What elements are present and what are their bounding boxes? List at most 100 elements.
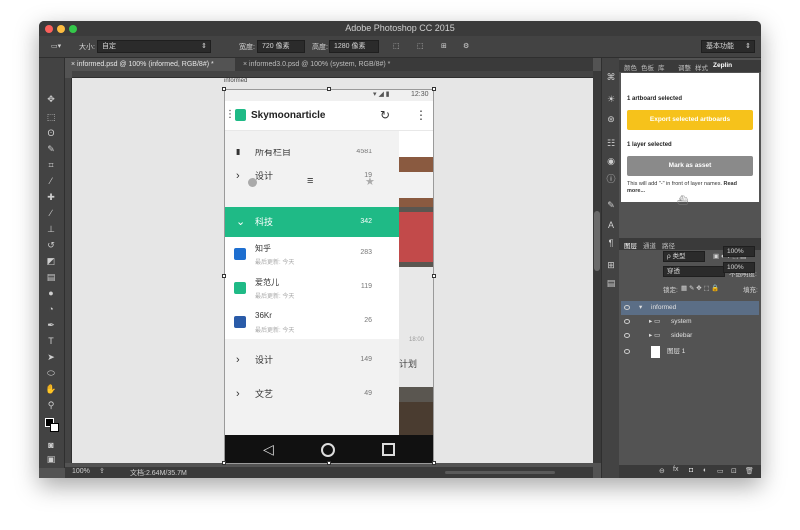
minimize-window-button[interactable] xyxy=(57,25,65,33)
tab-library[interactable]: 库 xyxy=(658,62,665,72)
horizontal-scrollbar[interactable] xyxy=(445,471,555,474)
layer-system[interactable]: ▸ ▭ system xyxy=(621,315,759,329)
eraser-tool-icon[interactable]: ◩ xyxy=(45,256,57,266)
shape-tool-icon[interactable]: ⬭ xyxy=(45,368,57,378)
source-row[interactable]: 36Kr 最后更新: 今天 26 xyxy=(225,305,399,339)
tab-styles[interactable]: 样式 xyxy=(695,62,708,72)
quick-select-tool-icon[interactable]: ✎ xyxy=(45,144,57,154)
character-icon[interactable]: A xyxy=(606,220,616,230)
adjust-icon[interactable]: ⊛ xyxy=(606,114,616,124)
tab-channels[interactable]: 通道 xyxy=(643,240,656,250)
refresh-icon[interactable]: ↻ xyxy=(380,108,390,122)
trash-icon[interactable]: 🗑 xyxy=(745,467,754,475)
share-icon[interactable]: ⇪ xyxy=(99,467,105,475)
transform-handle[interactable] xyxy=(222,461,226,465)
healing-tool-icon[interactable]: ✚ xyxy=(45,192,57,202)
fx-icon[interactable]: fx xyxy=(673,466,678,473)
artboard-panel-icon[interactable]: ⊞ xyxy=(606,260,616,270)
quick-mask-icon[interactable]: ◙ xyxy=(45,440,57,450)
folder-icon[interactable]: ▭ xyxy=(717,467,724,475)
transform-handle[interactable] xyxy=(327,461,331,465)
tab-adjustments[interactable]: 调整 xyxy=(678,62,691,72)
fill-field[interactable]: 100% xyxy=(723,262,755,273)
blur-tool-icon[interactable]: ● xyxy=(45,288,57,298)
width-field[interactable]: 720 像素 xyxy=(257,40,305,53)
height-field[interactable]: 1280 像素 xyxy=(329,40,379,53)
back-icon[interactable]: ◁ xyxy=(263,441,274,458)
visibility-eye-icon[interactable] xyxy=(624,305,630,310)
visibility-eye-icon[interactable] xyxy=(624,349,630,354)
source-row[interactable]: 爱范儿 最后更新: 今天 119 xyxy=(225,271,399,305)
visibility-eye-icon[interactable] xyxy=(624,333,630,338)
size-select[interactable]: 自定 ⇕ xyxy=(97,40,211,53)
transform-handle[interactable] xyxy=(327,87,331,91)
visibility-eye-icon[interactable] xyxy=(624,319,630,324)
zoom-window-button[interactable] xyxy=(69,25,77,33)
list-item[interactable]: ▮ 所有栏目 4581 xyxy=(225,149,399,161)
transform-handle[interactable] xyxy=(432,87,436,91)
background-color-swatch[interactable] xyxy=(50,423,59,432)
mask-icon[interactable]: ◘ xyxy=(689,467,693,474)
export-artboards-button[interactable]: Export selected artboards xyxy=(627,110,753,130)
more-icon[interactable]: ⋮ xyxy=(415,108,427,122)
artboard-label[interactable]: informed xyxy=(224,78,247,84)
tab-swatches[interactable]: 色板 xyxy=(641,62,654,72)
paragraph-icon[interactable]: ¶ xyxy=(606,238,616,248)
color-icon[interactable]: ◉ xyxy=(606,156,616,166)
tab-color[interactable]: 颜色 xyxy=(624,62,637,72)
layer-1[interactable]: 图层 1 xyxy=(621,343,759,361)
stamp-tool-icon[interactable]: ⊥ xyxy=(45,224,57,234)
portrait-icon[interactable]: ⬚ xyxy=(393,42,400,50)
transform-handle[interactable] xyxy=(432,274,436,278)
landscape-icon[interactable]: ⬚ xyxy=(417,42,424,50)
lasso-tool-icon[interactable]: ʘ xyxy=(45,128,57,138)
notes-icon[interactable]: ▤ xyxy=(606,278,616,288)
type-tool-icon[interactable]: T xyxy=(45,336,57,346)
info-icon[interactable]: ⓘ xyxy=(606,174,616,184)
tab-layers[interactable]: 图层 xyxy=(624,240,637,250)
link-icon[interactable]: ⊖ xyxy=(659,467,665,475)
layer-informed[interactable]: ▾ informed xyxy=(621,301,759,315)
tab-informed3[interactable]: × informed3.0.psd @ 100% (system, RGB/8#… xyxy=(237,58,407,71)
zoom-tool-icon[interactable]: ⚲ xyxy=(45,400,57,410)
artboard-tool-icon[interactable]: ▭▾ xyxy=(51,42,61,50)
eyedropper-tool-icon[interactable]: ⁄ xyxy=(45,176,57,186)
lock-icons[interactable]: ▦ ✎ ✥ ⬚ 🔒 xyxy=(681,284,720,292)
move-tool-icon[interactable]: ✥ xyxy=(45,94,57,104)
tab-zeplin[interactable]: Zeplin xyxy=(713,62,732,69)
vertical-ruler[interactable] xyxy=(65,78,72,463)
tab-informed[interactable]: × informed.psd @ 100% (informed, RGB/8#)… xyxy=(65,58,235,71)
sun-icon[interactable]: ☀ xyxy=(606,94,616,104)
marquee-tool-icon[interactable]: ⬚ xyxy=(45,112,57,122)
screen-mode-icon[interactable]: ▣ xyxy=(45,454,57,464)
home-icon[interactable] xyxy=(321,443,335,457)
menu-icon[interactable]: ⋮ xyxy=(225,109,235,120)
opacity-field[interactable]: 100% xyxy=(723,246,755,257)
history-brush-tool-icon[interactable]: ↺ xyxy=(45,240,57,250)
close-window-button[interactable] xyxy=(45,25,53,33)
layer-sidebar[interactable]: ▸ ▭ sidebar xyxy=(621,329,759,343)
brush-tool-icon[interactable]: ∕ xyxy=(45,208,57,218)
gradient-tool-icon[interactable]: ▤ xyxy=(45,272,57,282)
artboard-phone[interactable]: ▾ ◢ ▮ 12:30 ⋮ Skymoonarticle ↻ ⋮ 18:00 计… xyxy=(224,89,434,464)
brush-panel-icon[interactable]: ✎ xyxy=(606,200,616,210)
adjustment-layer-icon[interactable]: ◐ xyxy=(703,467,707,474)
transform-handle[interactable] xyxy=(222,87,226,91)
list-item-active[interactable]: ⌄ 科技 342 xyxy=(225,207,399,237)
zoom-level[interactable]: 100% xyxy=(72,468,90,475)
gear-icon[interactable]: ⚙ xyxy=(463,42,469,50)
list-item[interactable]: › 设计 149 xyxy=(225,345,399,375)
pen-tool-icon[interactable]: ✒ xyxy=(45,320,57,330)
path-select-tool-icon[interactable]: ➤ xyxy=(45,352,57,362)
workspace-select[interactable]: 基本功能 ⇕ xyxy=(701,40,755,53)
recents-icon[interactable] xyxy=(382,443,395,456)
list-item[interactable]: › 设计 19 xyxy=(225,161,399,191)
dodge-tool-icon[interactable]: ◔ xyxy=(45,304,57,314)
hand-tool-icon[interactable]: ✋ xyxy=(45,384,57,394)
horizontal-ruler[interactable] xyxy=(72,71,593,78)
properties-icon[interactable]: ☷ xyxy=(606,138,616,148)
add-artboard-icon[interactable]: ⊞ xyxy=(441,42,447,50)
vertical-scrollbar[interactable] xyxy=(593,71,601,463)
list-item[interactable]: › 文艺 49 xyxy=(225,379,399,409)
source-row[interactable]: 知乎 最后更新: 今天 283 xyxy=(225,237,399,271)
